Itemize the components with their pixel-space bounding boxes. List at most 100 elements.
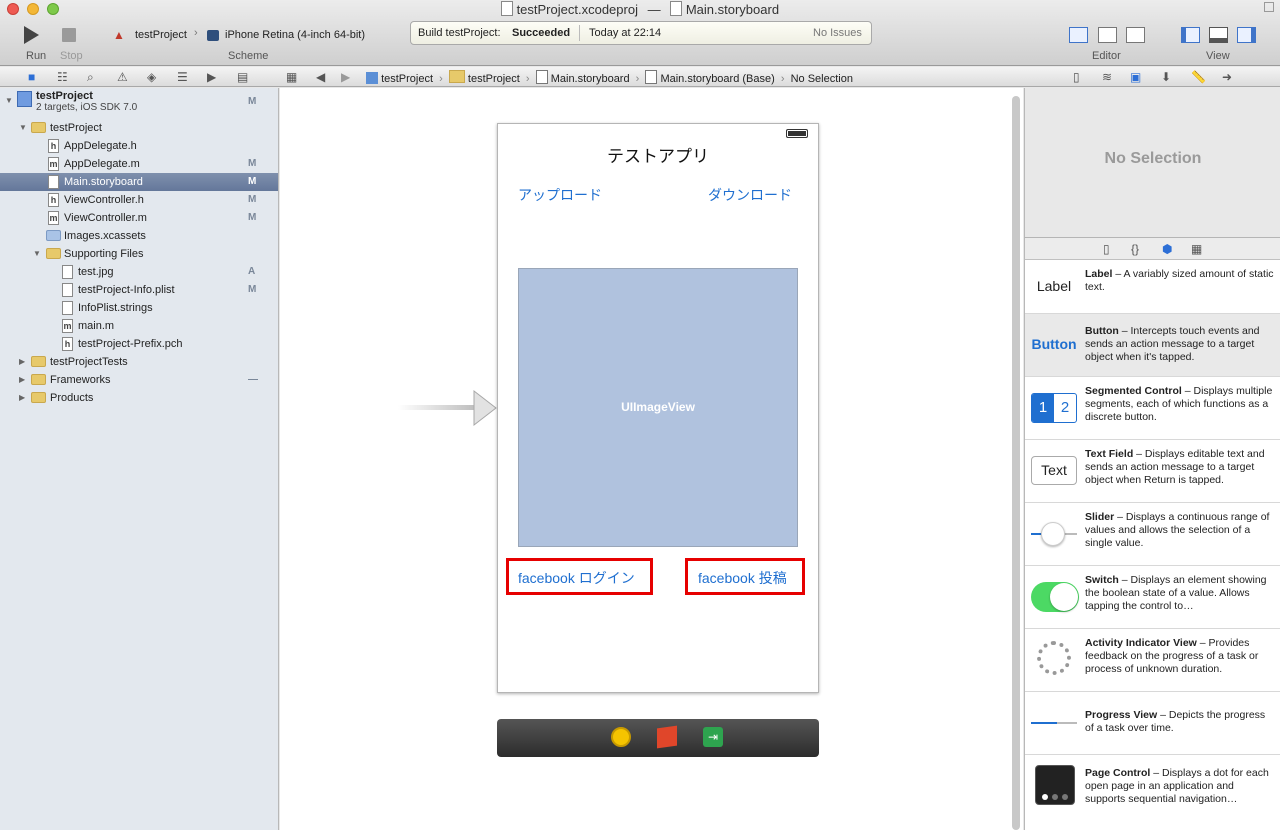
issue-navigator-icon[interactable]: ⚠: [117, 70, 128, 84]
folder-icon: [31, 374, 46, 385]
library-item-text-field[interactable]: Text Text Field – Displays editable text…: [1025, 440, 1280, 503]
media-library-icon[interactable]: ▦: [1191, 242, 1202, 256]
chevron-right-icon: ›: [780, 73, 785, 85]
tree-row-file[interactable]: m AppDelegate.m M: [0, 155, 278, 173]
tree-row-folder[interactable]: ▶ Frameworks —: [0, 371, 278, 389]
library-item-progress-view[interactable]: Progress View – Depicts the progress of …: [1025, 692, 1280, 755]
tree-row-folder[interactable]: ▼ testProject: [0, 119, 278, 137]
connections-inspector-icon[interactable]: ➜: [1222, 70, 1232, 84]
issues-count[interactable]: No Issues: [813, 27, 862, 39]
identity-inspector-icon[interactable]: ▣: [1130, 70, 1141, 84]
library-item-label[interactable]: Label Label – A variably sized amount of…: [1025, 260, 1280, 314]
tree-row-folder[interactable]: ▶ Products: [0, 389, 278, 407]
jump-bar-item[interactable]: testProject: [381, 73, 433, 85]
code-snippet-library-icon[interactable]: {}: [1131, 242, 1139, 256]
library-item-segmented-control[interactable]: 1 2 Segmented Control – Displays multipl…: [1025, 377, 1280, 440]
related-items-icon[interactable]: ▦: [286, 70, 297, 84]
app-title-label[interactable]: テストアプリ: [497, 142, 819, 167]
tree-row-project[interactable]: ▼ testProject 2 targets, iOS SDK 7.0 M: [0, 88, 278, 116]
project-icon: [366, 72, 378, 84]
navigator-toggle-icon[interactable]: [1181, 27, 1200, 43]
tree-row-file[interactable]: h AppDelegate.h: [0, 137, 278, 155]
assistant-editor-icon[interactable]: [1098, 27, 1117, 43]
tree-row-file[interactable]: m main.m: [0, 317, 278, 335]
search-navigator-icon[interactable]: ⌕: [87, 70, 94, 85]
library-item-slider[interactable]: Slider – Displays a continuous range of …: [1025, 503, 1280, 566]
tree-row-folder[interactable]: ▼ Supporting Files: [0, 245, 278, 263]
tree-row-file[interactable]: h testProject-Prefix.pch: [0, 335, 278, 353]
page-dot-icon: [1052, 794, 1058, 800]
jump-bar-path: testProject › testProject › Main.storybo…: [366, 70, 853, 85]
project-navigator-icon[interactable]: ■: [28, 70, 35, 84]
chevron-right-icon: ›: [525, 73, 530, 85]
tree-row-file[interactable]: m ViewController.m M: [0, 209, 278, 227]
symbol-navigator-icon[interactable]: ☷: [57, 70, 68, 84]
scene-dock: ⇥: [497, 719, 819, 757]
breakpoint-navigator-icon[interactable]: ▶: [207, 70, 216, 84]
initial-controller-arrow-icon[interactable]: [398, 389, 498, 427]
tree-row-file[interactable]: h ViewController.h M: [0, 191, 278, 209]
jump-bar-item[interactable]: Main.storyboard (Base): [660, 73, 774, 85]
log-navigator-icon[interactable]: ▤: [237, 70, 248, 84]
jump-bar-item[interactable]: Main.storyboard: [551, 73, 630, 85]
disclosure-closed-icon[interactable]: ▶: [19, 353, 25, 371]
iphone-device-icon: [207, 30, 219, 41]
scheme-project[interactable]: testProject: [135, 29, 187, 41]
no-selection-label: No Selection: [1104, 150, 1202, 167]
test-navigator-icon[interactable]: ◈: [147, 70, 156, 84]
stop-icon[interactable]: [62, 28, 76, 42]
download-button[interactable]: ダウンロード: [708, 185, 792, 205]
file-template-library-icon[interactable]: ▯: [1103, 242, 1110, 256]
view-controller-icon[interactable]: [611, 727, 631, 747]
folder-icon: [31, 356, 46, 367]
disclosure-open-icon[interactable]: ▼: [19, 119, 27, 137]
tree-row-file-selected[interactable]: Main.storyboard M: [0, 173, 278, 191]
tree-row-folder[interactable]: ▶ testProjectTests: [0, 353, 278, 371]
first-responder-icon[interactable]: [657, 725, 677, 749]
disclosure-closed-icon[interactable]: ▶: [19, 371, 25, 389]
size-inspector-icon[interactable]: 📏: [1191, 70, 1206, 84]
tree-row-file[interactable]: Images.xcassets: [0, 227, 278, 245]
quick-help-icon[interactable]: ≋: [1102, 70, 1112, 84]
version-editor-icon[interactable]: [1126, 27, 1145, 43]
jump-bar-item[interactable]: testProject: [468, 73, 520, 85]
jump-bar-item[interactable]: No Selection: [791, 73, 853, 85]
debug-area-toggle-icon[interactable]: [1209, 27, 1228, 43]
text-field-object-icon: Text: [1031, 456, 1077, 485]
library-item-activity-indicator[interactable]: Activity Indicator View – Provides feedb…: [1025, 629, 1280, 692]
tree-row-file[interactable]: testProject-Info.plist M: [0, 281, 278, 299]
disclosure-open-icon[interactable]: ▼: [33, 245, 41, 263]
standard-editor-icon[interactable]: [1069, 27, 1088, 43]
scheme-device[interactable]: iPhone Retina (4-inch 64-bit): [225, 29, 365, 41]
chevron-right-icon: ›: [439, 73, 443, 85]
project-icon: [17, 91, 32, 107]
implementation-file-icon: m: [48, 157, 59, 171]
library-item-button[interactable]: Button Button – Intercepts touch events …: [1025, 314, 1280, 377]
storyboard-icon: [535, 70, 548, 84]
disclosure-open-icon[interactable]: ▼: [5, 92, 13, 110]
attributes-inspector-icon[interactable]: ⬇: [1161, 70, 1171, 84]
library-item-page-control[interactable]: Page Control – Displays a dot for each o…: [1025, 755, 1280, 830]
fullscreen-icon[interactable]: [1264, 2, 1274, 12]
utilities-toggle-icon[interactable]: [1237, 27, 1256, 43]
facebook-post-button[interactable]: facebook 投稿: [698, 568, 787, 588]
canvas-scrollbar[interactable]: [1012, 96, 1020, 830]
image-view[interactable]: UIImageView: [518, 268, 798, 547]
facebook-login-button[interactable]: facebook ログイン: [518, 568, 635, 588]
library-item-switch[interactable]: Switch – Displays an element showing the…: [1025, 566, 1280, 629]
window-toolbar: testProject.xcodeproj — Main.storyboard …: [0, 0, 1280, 66]
run-icon[interactable]: [24, 26, 39, 44]
tree-row-file[interactable]: test.jpg A: [0, 263, 278, 281]
upload-button[interactable]: アップロード: [518, 185, 602, 205]
tree-row-file[interactable]: InfoPlist.strings: [0, 299, 278, 317]
exit-icon[interactable]: ⇥: [703, 727, 723, 747]
back-arrow-icon[interactable]: ◀: [316, 70, 325, 84]
disclosure-closed-icon[interactable]: ▶: [19, 389, 25, 407]
folder-icon: [448, 70, 465, 83]
file-inspector-icon[interactable]: ▯: [1073, 70, 1080, 84]
debug-navigator-icon[interactable]: ☰: [177, 70, 188, 84]
forward-arrow-icon[interactable]: ▶: [341, 70, 350, 84]
xcode-target-icon: ▲: [113, 28, 125, 42]
object-library-icon[interactable]: ⬢: [1162, 242, 1172, 256]
chevron-right-icon: ›: [635, 73, 640, 85]
